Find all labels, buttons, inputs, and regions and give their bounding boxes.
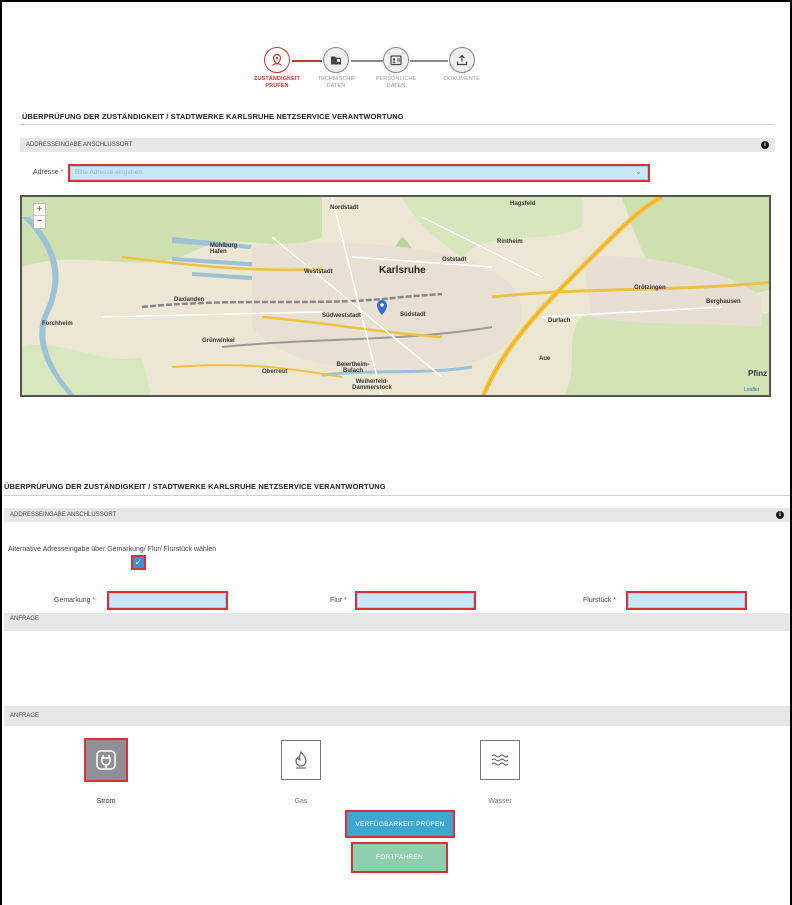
- anfrage-bar: ANFRAGE: [4, 613, 790, 631]
- alt-address-label: Alternative Adresseingabe über Gemarkung…: [8, 546, 217, 553]
- map-label: Mühlburg Hafen: [210, 243, 238, 255]
- service-strom[interactable]: [84, 738, 128, 782]
- map-label: Oberreut: [262, 369, 288, 375]
- map-zoom-control: + −: [33, 203, 46, 229]
- address-placeholder: Bitte Adresse eingeben: [75, 169, 142, 176]
- water-waves-icon: [480, 740, 520, 780]
- map-label: Oststadt: [442, 257, 467, 263]
- check-availability-button[interactable]: VERFÜGBARKEIT PRÜFEN: [345, 810, 455, 838]
- flame-icon: [281, 740, 321, 780]
- map-label: Südstadt: [400, 312, 426, 318]
- map-label: Nordstadt: [330, 205, 359, 211]
- address-section-bar: ADDRESSEINGABE ANSCHLUSSORT: [20, 138, 775, 152]
- service-gas-label: Gas: [294, 798, 308, 805]
- service-wasser[interactable]: [480, 740, 520, 780]
- map-label: Forchheim: [42, 321, 73, 327]
- gemarkung-input[interactable]: [107, 591, 228, 610]
- section-divider-2: [4, 495, 790, 496]
- flur-label: Flur *: [330, 597, 347, 604]
- step-technische-daten[interactable]: TECHNISCHE DATEN: [306, 47, 366, 90]
- continue-button[interactable]: FORTFAHREN: [351, 842, 448, 873]
- plug-icon: [84, 738, 128, 782]
- gemarkung-label: Gemarkung *: [54, 597, 96, 604]
- map-label: Weststadt: [304, 269, 333, 275]
- service-gas[interactable]: [281, 740, 321, 780]
- map-label: Durlach: [548, 318, 571, 324]
- map-label: Aue: [539, 356, 551, 362]
- address-section-bar-label-2: ADDRESSEINGABE ANSCHLUSSORT: [10, 512, 117, 518]
- flurstueck-label: Flurstück *: [583, 597, 617, 604]
- frame-left-border: [0, 0, 2, 905]
- service-strom-label: Strom: [96, 798, 116, 805]
- anfrage-bar-label: ANFRAGE: [10, 616, 40, 622]
- map-label: Weiherfeld-Dammerstock: [352, 379, 392, 391]
- info-icon[interactable]: i: [761, 141, 769, 149]
- map-label: Grötzingen: [634, 285, 666, 291]
- address-section-bar-label: ADDRESSEINGABE ANSCHLUSSORT: [26, 142, 133, 148]
- section-divider: [20, 124, 775, 125]
- step-persoenliche-daten[interactable]: PERSÖNLICHE DATEN: [366, 47, 426, 90]
- section-title: ÜBERPRÜFUNG DER ZUSTÄNDIGKEIT / STADTWER…: [22, 112, 404, 121]
- map-label: Pfinz: [748, 369, 768, 378]
- address-section-bar-2: ADDRESSEINGABE ANSCHLUSSORT: [4, 508, 790, 522]
- frame-top-border: [0, 0, 792, 2]
- flurstueck-input[interactable]: [626, 591, 747, 610]
- map-label: Daxlanden: [174, 297, 205, 303]
- flur-input[interactable]: [355, 591, 476, 610]
- map-label-city: Karlsruhe: [379, 265, 426, 276]
- step-dokumente[interactable]: DOKUMENTE: [432, 47, 492, 83]
- anfrage-bar-2: ANFRAGE: [4, 706, 790, 726]
- zoom-out-button[interactable]: −: [34, 216, 45, 228]
- chevron-down-icon[interactable]: ⌄: [635, 167, 642, 176]
- alt-address-checkbox[interactable]: ✓: [131, 555, 146, 570]
- location-person-icon: [264, 47, 290, 73]
- address-label: Adresse *: [33, 169, 64, 176]
- info-icon-2[interactable]: i: [776, 511, 784, 519]
- map-label: Südweststadt: [322, 313, 362, 319]
- map-label: Grünwinkel: [202, 338, 235, 344]
- address-input[interactable]: Bitte Adresse eingeben ⌄: [68, 164, 650, 182]
- map-view[interactable]: Nordstadt Hagsfeld Mühlburg Hafen Rinthe…: [20, 195, 771, 397]
- anfrage-bar-label-2: ANFRAGE: [10, 713, 40, 719]
- map-attribution[interactable]: Leaflet: [744, 387, 759, 393]
- upload-icon: [449, 47, 475, 73]
- map-label: Beiertheim-Bulach: [336, 362, 370, 374]
- folder-icon: [323, 47, 349, 73]
- map-label: Berghausen: [706, 299, 741, 305]
- service-wasser-label: Wasser: [488, 798, 512, 805]
- map-label: Hagsfeld: [510, 201, 536, 207]
- step-zustaendigkeit[interactable]: ZUSTÄNDIGKEIT PRÜFEN: [247, 47, 307, 90]
- section-title-2: ÜBERPRÜFUNG DER ZUSTÄNDIGKEIT / STADTWER…: [4, 482, 386, 491]
- id-card-icon: [383, 47, 409, 73]
- zoom-in-button[interactable]: +: [34, 204, 45, 216]
- map-label: Rintheim: [497, 239, 523, 245]
